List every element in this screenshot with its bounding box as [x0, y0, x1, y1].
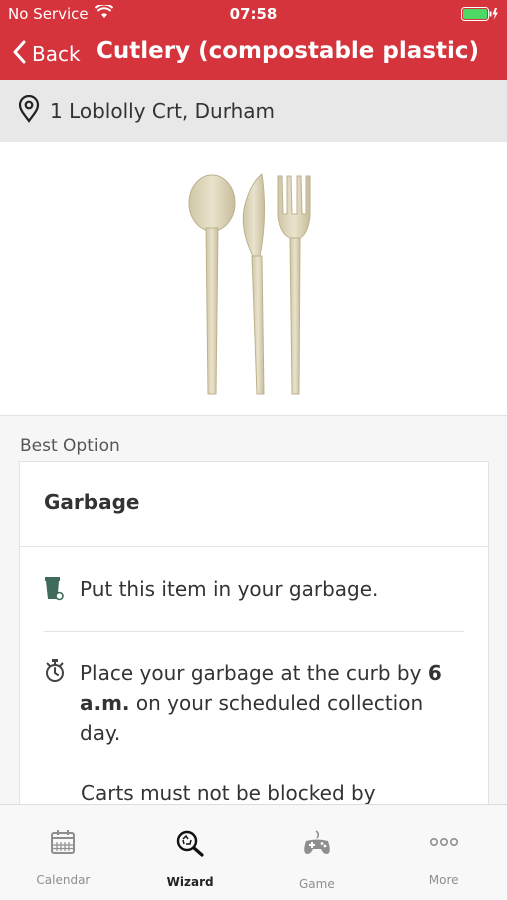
content-area[interactable]: Best Option Garbage Put this item in you…	[0, 416, 507, 804]
tab-game[interactable]: Game	[254, 805, 381, 900]
garbage-bin-icon	[44, 574, 66, 606]
carts-note: Carts must not be blocked by	[81, 781, 376, 804]
wizard-search-icon	[175, 829, 205, 861]
chevron-left-icon	[12, 40, 26, 68]
nav-bar: Back Cutlery (compostable plastic)	[0, 28, 507, 80]
tab-wizard[interactable]: Wizard	[127, 805, 254, 900]
tab-label: More	[428, 873, 459, 887]
instruction-text: Put this item in your garbage.	[80, 577, 379, 601]
tab-label: Calendar	[36, 873, 91, 887]
disposal-title: Garbage	[44, 490, 140, 514]
best-option-label: Best Option	[20, 436, 120, 456]
item-image	[0, 156, 507, 416]
back-label: Back	[32, 42, 81, 66]
divider	[20, 546, 488, 547]
battery-icon	[461, 7, 499, 21]
tab-label: Wizard	[166, 875, 214, 889]
address-bar[interactable]: 1 Loblolly Crt, Durham	[0, 80, 507, 142]
more-dots-icon	[429, 829, 459, 859]
disposal-card: Garbage Put this item in your garbage. P…	[19, 461, 489, 804]
tab-label: Game	[299, 877, 335, 891]
calendar-icon	[50, 829, 76, 859]
back-button[interactable]: Back	[12, 36, 81, 72]
status-time: 07:58	[229, 5, 278, 23]
stopwatch-icon	[44, 658, 66, 688]
tab-calendar[interactable]: Calendar	[0, 805, 127, 900]
tab-bar: Calendar Wizard Game More	[0, 804, 507, 900]
location-pin-icon	[18, 94, 40, 127]
curb-time-row: Place your garbage at the curb by 6 a.m.…	[44, 658, 464, 748]
gamepad-icon	[302, 829, 332, 863]
curb-suffix: on your scheduled collection day.	[80, 691, 424, 745]
divider	[44, 631, 464, 632]
page-title: Cutlery (compostable plastic)	[96, 38, 479, 64]
status-bar: No Service 07:58	[0, 0, 507, 28]
tab-more[interactable]: More	[380, 805, 507, 900]
address-text: 1 Loblolly Crt, Durham	[50, 99, 276, 123]
cutlery-image	[188, 173, 311, 395]
curb-time-text: Place your garbage at the curb by 6 a.m.…	[80, 658, 464, 748]
curb-prefix: Place your garbage at the curb by	[80, 661, 428, 685]
instruction-row: Put this item in your garbage.	[44, 574, 378, 606]
